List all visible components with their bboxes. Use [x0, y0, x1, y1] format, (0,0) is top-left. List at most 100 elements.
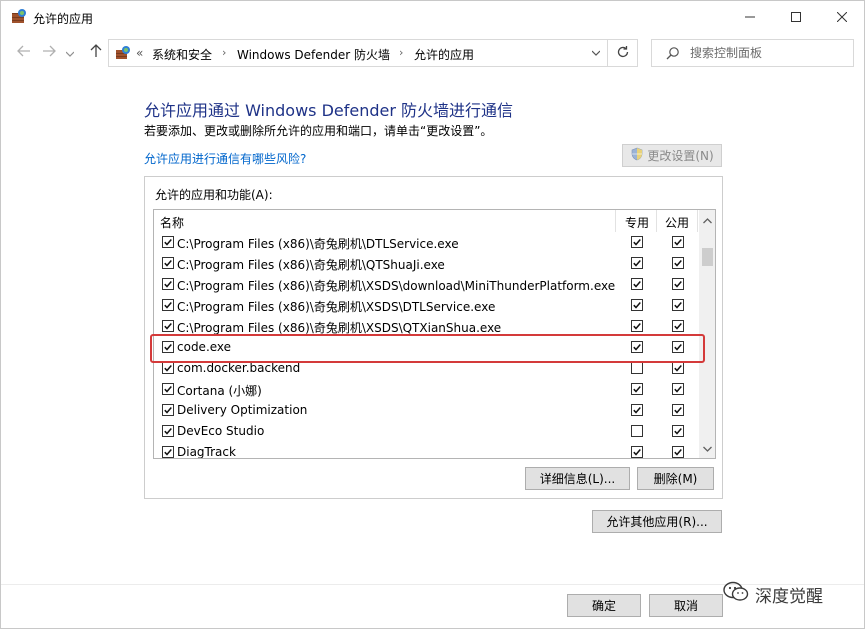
column-header-name[interactable]: 名称 — [160, 214, 184, 231]
private-network-checkbox[interactable] — [631, 299, 643, 311]
app-enabled-checkbox[interactable] — [162, 362, 174, 374]
public-network-checkbox[interactable] — [672, 257, 684, 269]
app-enabled-checkbox[interactable] — [162, 383, 174, 395]
checkbox-unchecked-icon — [631, 362, 643, 374]
checkbox-checked-icon — [631, 383, 643, 395]
minimize-button[interactable] — [727, 1, 773, 33]
checkbox-checked-icon — [672, 383, 684, 395]
allowed-apps-list[interactable]: 名称 专用 公用 C:\Program Files (x86)\奇兔刷机\DTL… — [153, 209, 716, 459]
recent-locations-button[interactable] — [63, 41, 77, 65]
table-row[interactable]: Delivery Optimization — [154, 400, 699, 421]
public-network-checkbox[interactable] — [672, 446, 684, 458]
private-network-checkbox[interactable] — [631, 362, 643, 374]
search-input[interactable] — [690, 44, 850, 62]
cancel-button[interactable]: 取消 — [649, 594, 723, 617]
app-enabled-checkbox[interactable] — [162, 278, 174, 290]
checkbox-checked-icon — [631, 341, 643, 353]
address-dropdown-icon[interactable] — [587, 44, 605, 62]
public-network-checkbox[interactable] — [672, 320, 684, 332]
chevron-down-icon — [65, 45, 75, 61]
breadcrumb-system-security[interactable]: 系统和安全 — [152, 46, 212, 63]
breadcrumb-separator-icon: › — [222, 46, 227, 59]
checkbox-checked-icon — [672, 299, 684, 311]
public-network-checkbox[interactable] — [672, 425, 684, 437]
close-button[interactable] — [819, 1, 864, 33]
checkbox-checked-icon — [631, 299, 643, 311]
table-row[interactable]: code.exe — [154, 337, 699, 358]
private-network-checkbox[interactable] — [631, 425, 643, 437]
details-button[interactable]: 详细信息(L)... — [525, 467, 630, 490]
forward-button[interactable] — [38, 41, 60, 65]
remove-button[interactable]: 删除(M) — [637, 467, 714, 490]
arrow-right-icon — [42, 45, 56, 61]
up-button[interactable] — [85, 41, 107, 65]
maximize-button[interactable] — [773, 1, 819, 33]
app-enabled-checkbox[interactable] — [162, 404, 174, 416]
private-network-checkbox[interactable] — [631, 320, 643, 332]
table-row[interactable]: C:\Program Files (x86)\奇兔刷机\XSDS\QTXianS… — [154, 316, 699, 337]
column-header-public[interactable]: 公用 — [665, 214, 689, 231]
public-network-checkbox[interactable] — [672, 236, 684, 248]
app-name: C:\Program Files (x86)\奇兔刷机\XSDS\QTXianS… — [177, 321, 502, 335]
allowed-apps-label: 允许的应用和功能(A): — [155, 188, 273, 202]
table-row[interactable]: C:\Program Files (x86)\奇兔刷机\XSDS\downloa… — [154, 274, 699, 295]
app-name: com.docker.backend — [177, 361, 301, 375]
app-enabled-checkbox[interactable] — [162, 257, 174, 269]
risk-help-link[interactable]: 允许应用进行通信有哪些风险? — [144, 150, 306, 167]
public-network-checkbox[interactable] — [672, 299, 684, 311]
checkbox-checked-icon — [672, 320, 684, 332]
table-row[interactable]: Cortana (小娜) — [154, 379, 699, 400]
app-enabled-checkbox[interactable] — [162, 236, 174, 248]
public-network-checkbox[interactable] — [672, 341, 684, 353]
app-enabled-checkbox[interactable] — [162, 299, 174, 311]
public-network-checkbox[interactable] — [672, 404, 684, 416]
app-enabled-checkbox[interactable] — [162, 341, 174, 353]
scroll-thumb[interactable] — [702, 248, 713, 266]
ok-button[interactable]: 确定 — [567, 594, 641, 617]
app-enabled-checkbox[interactable] — [162, 425, 174, 437]
checkbox-checked-icon — [162, 341, 174, 353]
private-network-checkbox[interactable] — [631, 383, 643, 395]
breadcrumb-allowed-apps[interactable]: 允许的应用 — [414, 46, 474, 63]
public-network-checkbox[interactable] — [672, 278, 684, 290]
checkbox-checked-icon — [631, 236, 643, 248]
public-network-checkbox[interactable] — [672, 362, 684, 374]
breadcrumb-firewall[interactable]: Windows Defender 防火墙 — [237, 46, 390, 63]
table-row[interactable]: com.docker.backend — [154, 358, 699, 379]
app-name: code.exe — [177, 340, 232, 354]
allow-other-app-button[interactable]: 允许其他应用(R)... — [592, 510, 722, 533]
table-row[interactable]: C:\Program Files (x86)\奇兔刷机\DTLService.e… — [154, 232, 699, 253]
public-network-checkbox[interactable] — [672, 383, 684, 395]
private-network-checkbox[interactable] — [631, 257, 643, 269]
list-scrollbar[interactable] — [699, 210, 715, 458]
app-enabled-checkbox[interactable] — [162, 446, 174, 458]
private-network-checkbox[interactable] — [631, 404, 643, 416]
back-button[interactable] — [13, 41, 35, 65]
checkbox-checked-icon — [162, 320, 174, 332]
address-overflow[interactable]: « — [136, 46, 143, 60]
table-row[interactable]: DiagTrack — [154, 442, 699, 459]
change-settings-button[interactable]: 更改设置(N) — [622, 144, 722, 167]
refresh-button[interactable] — [608, 39, 638, 67]
app-name: C:\Program Files (x86)\奇兔刷机\XSDS\downloa… — [177, 279, 616, 293]
search-box[interactable] — [651, 39, 854, 67]
table-row[interactable]: DevEco Studio — [154, 421, 699, 442]
checkbox-checked-icon — [162, 278, 174, 290]
scroll-down-icon[interactable] — [699, 440, 715, 457]
private-network-checkbox[interactable] — [631, 341, 643, 353]
search-icon — [666, 46, 680, 60]
private-network-checkbox[interactable] — [631, 446, 643, 458]
firewall-allowed-apps-window: 允许的应用 « 系统和安全 › Windows Defender 防火墙 › 允… — [0, 0, 865, 629]
app-name: Delivery Optimization — [177, 403, 308, 417]
list-rows: C:\Program Files (x86)\奇兔刷机\DTLService.e… — [154, 232, 699, 459]
private-network-checkbox[interactable] — [631, 278, 643, 290]
private-network-checkbox[interactable] — [631, 236, 643, 248]
table-row[interactable]: C:\Program Files (x86)\奇兔刷机\QTShuaJi.exe — [154, 253, 699, 274]
app-enabled-checkbox[interactable] — [162, 320, 174, 332]
app-name: DiagTrack — [177, 445, 236, 459]
table-row[interactable]: C:\Program Files (x86)\奇兔刷机\XSDS\DTLServ… — [154, 295, 699, 316]
address-bar[interactable]: « 系统和安全 › Windows Defender 防火墙 › 允许的应用 — [108, 39, 608, 67]
scroll-up-icon[interactable] — [699, 212, 715, 229]
column-header-private[interactable]: 专用 — [625, 214, 649, 231]
checkbox-checked-icon — [162, 383, 174, 395]
